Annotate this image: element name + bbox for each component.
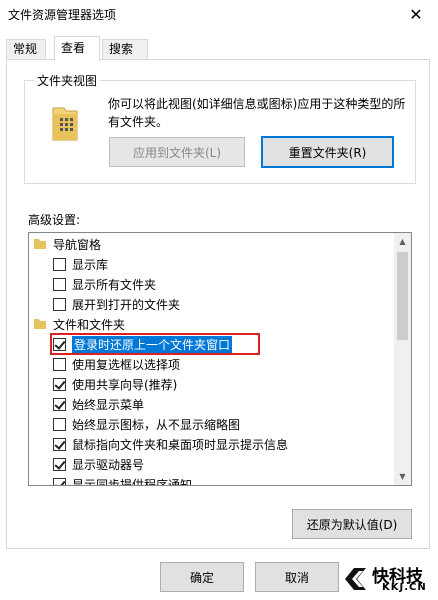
- scroll-up-icon[interactable]: ▲: [394, 233, 411, 250]
- list-item[interactable]: 展开到打开的文件夹: [29, 294, 395, 314]
- item-label: 显示所有文件夹: [72, 277, 157, 292]
- list-item[interactable]: 显示同步提供程序通知: [29, 474, 395, 485]
- tab-view[interactable]: 查看: [54, 36, 100, 61]
- checkbox[interactable]: [53, 337, 66, 351]
- restore-defaults-button[interactable]: 还原为默认值(D): [292, 509, 412, 539]
- tab-label: 搜索: [109, 42, 134, 56]
- cancel-button[interactable]: 取消: [255, 562, 339, 592]
- button-label: 取消: [284, 570, 309, 585]
- button-label: 确定: [189, 570, 214, 585]
- title-bar: 文件资源管理器选项 ✕: [0, 0, 438, 30]
- list-item[interactable]: 始终显示图标，从不显示缩略图: [29, 414, 395, 434]
- tab-label: 常规: [13, 42, 38, 56]
- category-label: 导航窗格: [53, 237, 102, 252]
- checkbox[interactable]: [53, 477, 66, 485]
- item-label: 展开到打开的文件夹: [72, 297, 181, 312]
- button-label: 应用到文件夹(L): [132, 145, 222, 160]
- close-icon: ✕: [409, 4, 423, 24]
- checkbox[interactable]: [53, 257, 66, 271]
- tab-label: 查看: [61, 41, 86, 55]
- list-item[interactable]: 显示驱动器号: [29, 454, 395, 474]
- category-navigation-pane: 导航窗格: [29, 234, 395, 254]
- checkbox[interactable]: [53, 357, 66, 371]
- item-label: 鼠标指向文件夹和桌面项时显示提示信息: [72, 437, 289, 452]
- site-watermark: 快科技 KKJ.CN: [342, 562, 434, 598]
- checkbox[interactable]: [53, 377, 66, 391]
- folder-icon: [52, 107, 78, 141]
- watermark-logo-icon: [345, 568, 366, 590]
- list-item[interactable]: 使用共享向导(推荐): [29, 374, 395, 394]
- list-item[interactable]: 登录时还原上一个文件夹窗口: [29, 334, 395, 354]
- advanced-settings-items: 导航窗格 显示库 显示所有文件夹 展开到打开的文件夹 文件和文件夹 登录时还原上…: [29, 233, 395, 485]
- watermark-domain: KKJ.CN: [382, 582, 427, 593]
- item-label: 使用复选框以选择项: [72, 357, 181, 372]
- tab-general[interactable]: 常规: [6, 39, 46, 60]
- item-label: 显示驱动器号: [72, 457, 145, 472]
- list-item[interactable]: 显示库: [29, 254, 395, 274]
- item-label-selected: 登录时还原上一个文件夹窗口: [72, 335, 233, 353]
- category-label: 文件和文件夹: [53, 317, 126, 332]
- folder-views-legend: 文件夹视图: [34, 72, 101, 89]
- folder-small-icon: [34, 319, 46, 329]
- checkbox[interactable]: [53, 417, 66, 431]
- scroll-thumb[interactable]: [397, 252, 408, 340]
- list-item[interactable]: 鼠标指向文件夹和桌面项时显示提示信息: [29, 434, 395, 454]
- apply-to-folders-button[interactable]: 应用到文件夹(L): [109, 137, 245, 167]
- folder-views-description: 你可以将此视图(如详细信息或图标)应用于这种类型的所有文件夹。: [108, 97, 406, 129]
- item-label: 使用共享向导(推荐): [72, 377, 178, 392]
- list-item[interactable]: 始终显示菜单: [29, 394, 395, 414]
- item-label: 始终显示菜单: [72, 397, 145, 412]
- folder-small-icon: [34, 239, 46, 249]
- checkbox[interactable]: [53, 277, 66, 291]
- scroll-down-icon[interactable]: ▼: [394, 468, 411, 485]
- button-label: 还原为默认值(D): [306, 517, 398, 532]
- list-item[interactable]: 显示所有文件夹: [29, 274, 395, 294]
- list-item[interactable]: 使用复选框以选择项: [29, 354, 395, 374]
- item-label: 显示同步提供程序通知: [72, 477, 193, 486]
- advanced-settings-label: 高级设置:: [28, 213, 81, 227]
- advanced-settings-list[interactable]: 导航窗格 显示库 显示所有文件夹 展开到打开的文件夹 文件和文件夹 登录时还原上…: [28, 232, 412, 486]
- checkbox[interactable]: [53, 457, 66, 471]
- checkbox[interactable]: [53, 437, 66, 451]
- checkbox[interactable]: [53, 297, 66, 311]
- vertical-scrollbar[interactable]: ▲ ▼: [394, 233, 411, 485]
- item-label: 始终显示图标，从不显示缩略图: [72, 417, 241, 432]
- item-label: 显示库: [72, 257, 109, 272]
- category-files-and-folders: 文件和文件夹: [29, 314, 395, 334]
- close-button[interactable]: ✕: [394, 0, 438, 28]
- ok-button[interactable]: 确定: [160, 562, 244, 592]
- window-title: 文件资源管理器选项: [8, 8, 117, 22]
- reset-folders-button[interactable]: 重置文件夹(R): [261, 136, 394, 168]
- checkbox[interactable]: [53, 397, 66, 411]
- tab-search[interactable]: 搜索: [102, 39, 148, 60]
- button-label: 重置文件夹(R): [288, 145, 367, 160]
